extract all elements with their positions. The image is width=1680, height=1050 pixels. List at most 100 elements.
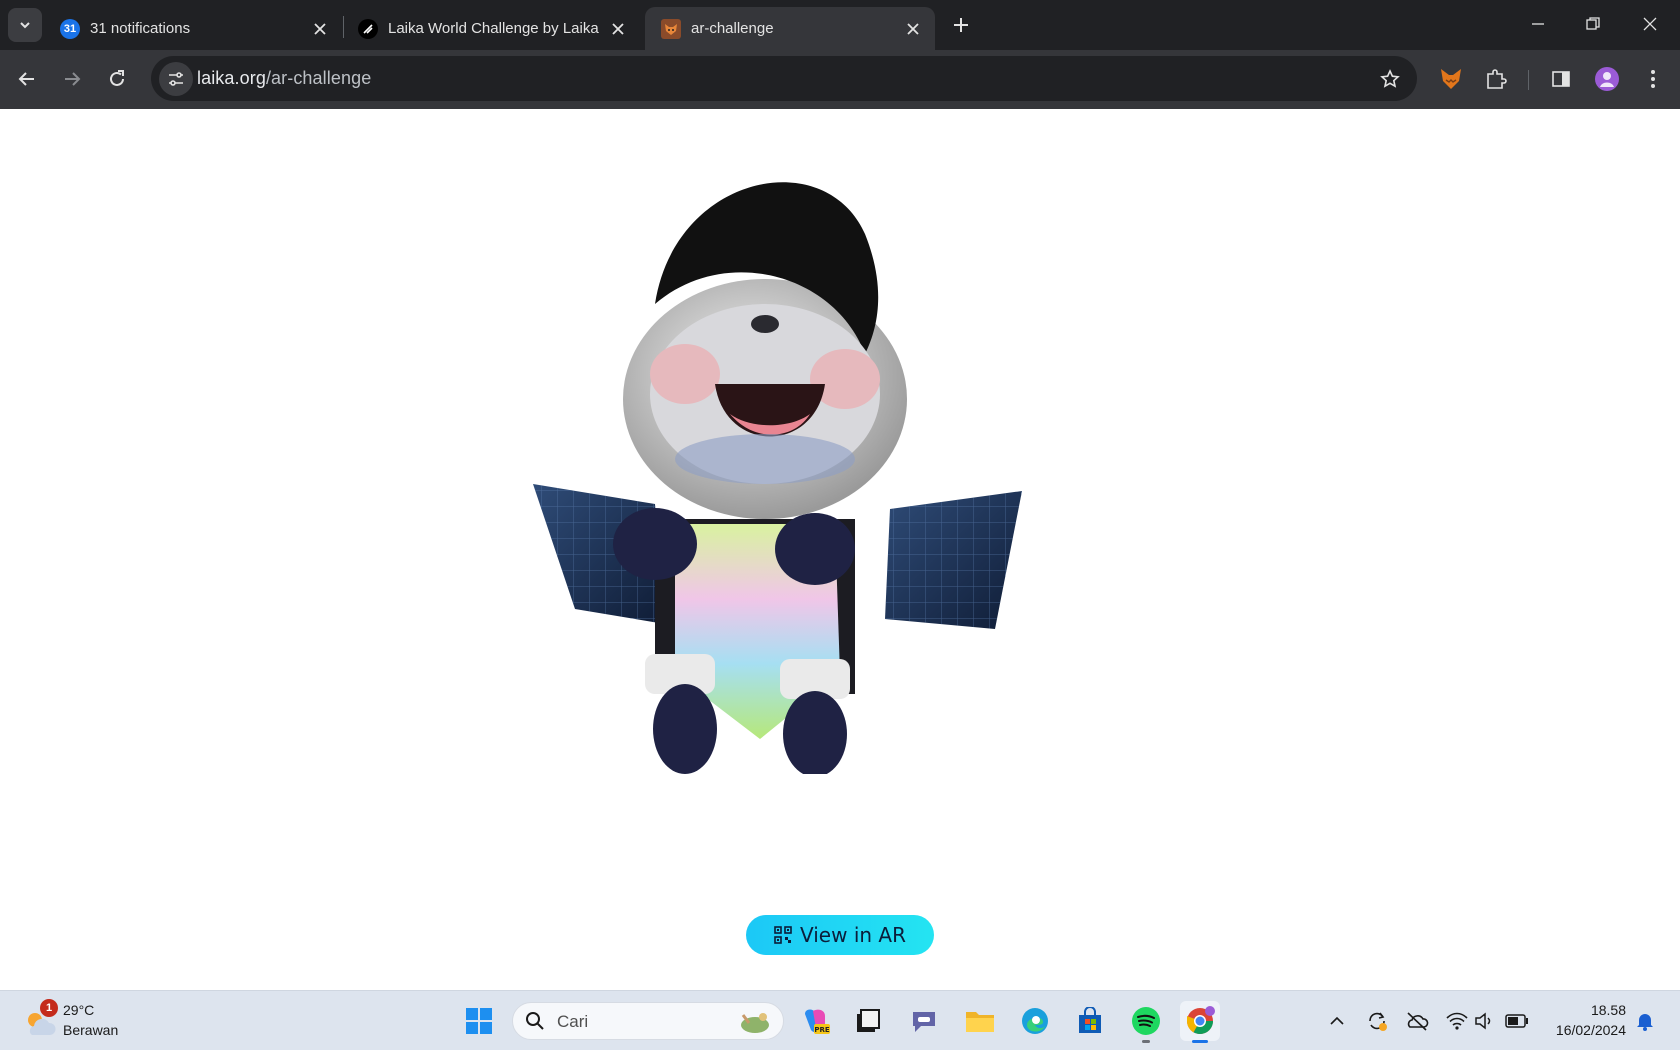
fox-favicon-icon <box>661 18 681 39</box>
new-tab-button[interactable] <box>948 12 974 38</box>
close-icon <box>1643 17 1657 31</box>
search-placeholder: Cari <box>557 1012 589 1031</box>
taskbar-task-view[interactable] <box>848 1001 888 1041</box>
close-tab-icon[interactable] <box>310 19 330 39</box>
tab-ar-challenge[interactable]: ar-challenge <box>645 7 935 50</box>
profile-button[interactable] <box>1590 62 1624 96</box>
astronaut-dog-illustration <box>533 182 1022 777</box>
edge-icon <box>1022 1008 1048 1034</box>
fox-icon <box>1441 69 1461 89</box>
start-button[interactable] <box>459 1001 499 1041</box>
chevron-down-icon <box>20 22 30 29</box>
page-content: View in AR <box>0 109 1680 990</box>
tray-onedrive[interactable] <box>1402 1005 1432 1037</box>
laika-favicon-icon <box>358 18 378 39</box>
taskbar-spotify[interactable] <box>1126 1001 1166 1043</box>
taskbar-teams[interactable] <box>904 1001 944 1041</box>
avatar-icon <box>1595 67 1619 91</box>
weather-temperature: 29°C <box>63 1002 95 1018</box>
qr-code-icon <box>774 926 792 944</box>
calendar-favicon-icon: 31 <box>60 18 80 39</box>
speaker-icon <box>1475 1012 1491 1030</box>
url-text: laika.org/ar-challenge <box>197 68 371 89</box>
weather-condition: Berawan <box>63 1022 119 1038</box>
search-icon <box>526 1012 544 1030</box>
restore-icon <box>1586 17 1600 30</box>
taskbar-search[interactable]: Cari <box>512 1002 784 1040</box>
chevron-up-icon <box>1330 1016 1344 1025</box>
tray-volume[interactable] <box>1470 1005 1500 1037</box>
tab-title: Laika World Challenge by Laika <box>388 20 599 37</box>
laika-3d-model[interactable] <box>525 154 1045 777</box>
close-window-button[interactable] <box>1622 0 1678 48</box>
taskbar-copilot-pre[interactable]: PRE <box>795 1001 835 1041</box>
restore-button[interactable] <box>1565 0 1621 48</box>
weather-widget[interactable]: 1 29°C Berawan <box>20 999 170 1043</box>
search-highlight-icon <box>741 1013 769 1033</box>
wifi-icon <box>1446 1012 1468 1030</box>
browser-toolbar: laika.org/ar-challenge <box>0 50 1680 109</box>
sync-icon <box>1369 1012 1387 1031</box>
bell-icon <box>1637 1014 1653 1031</box>
tab-laika-world-challenge[interactable]: Laika World Challenge by Laika <box>342 7 640 50</box>
clock-time: 18.58 <box>1590 1002 1626 1018</box>
store-icon <box>1079 1007 1101 1033</box>
tray-battery[interactable] <box>1502 1005 1532 1037</box>
windows-taskbar: 1 29°C Berawan Cari PRE 18.58 16/02/2024 <box>0 990 1680 1050</box>
extensions-button[interactable] <box>1479 62 1513 96</box>
star-icon <box>1380 69 1400 88</box>
back-button[interactable] <box>10 62 44 96</box>
tab-notifications[interactable]: 31 31 notifications <box>44 7 342 50</box>
svg-text:PRE: PRE <box>814 1026 830 1034</box>
windows-logo-icon <box>466 1008 492 1034</box>
running-indicator <box>1142 1040 1150 1043</box>
url-path: /ar-challenge <box>265 68 372 88</box>
more-vertical-icon <box>1651 70 1655 88</box>
tab-title: ar-challenge <box>691 20 774 37</box>
taskbar-chrome[interactable] <box>1180 1001 1220 1043</box>
battery-icon <box>1505 1014 1528 1028</box>
chrome-icon <box>1186 1006 1215 1035</box>
clock-date: 16/02/2024 <box>1555 1022 1626 1038</box>
close-tab-icon[interactable] <box>608 19 628 39</box>
browser-menu-button[interactable] <box>1636 62 1670 96</box>
address-bar[interactable]: laika.org/ar-challenge <box>151 56 1417 101</box>
spotify-icon <box>1132 1007 1160 1035</box>
side-panel-button[interactable] <box>1544 62 1578 96</box>
minimize-icon <box>1532 23 1544 25</box>
folder-icon <box>966 1012 994 1032</box>
tray-wifi[interactable] <box>1442 1005 1472 1037</box>
tab-strip: 31 31 notifications Laika World Challeng… <box>0 0 1680 50</box>
reload-icon <box>110 70 124 86</box>
close-tab-icon[interactable] <box>903 19 923 39</box>
chat-icon <box>913 1012 935 1032</box>
reload-button[interactable] <box>100 62 134 96</box>
task-view-icon <box>857 1009 880 1032</box>
taskbar-file-explorer[interactable] <box>960 1001 1000 1041</box>
cloud-off-icon <box>1407 1012 1429 1031</box>
notifications-button[interactable] <box>1630 1005 1660 1037</box>
url-host: laika.org <box>197 68 266 88</box>
show-hidden-icons-button[interactable] <box>1322 1005 1352 1037</box>
active-indicator <box>1192 1040 1208 1043</box>
taskbar-edge[interactable] <box>1015 1001 1055 1041</box>
forward-button[interactable] <box>55 62 89 96</box>
taskbar-clock[interactable]: 18.58 16/02/2024 <box>1556 1000 1626 1040</box>
side-panel-icon <box>1552 71 1570 87</box>
tab-search-button[interactable] <box>8 8 42 42</box>
taskbar-microsoft-store[interactable] <box>1070 1001 1110 1041</box>
weather-alert-badge: 1 <box>40 999 58 1017</box>
arrow-left-icon <box>18 72 34 86</box>
arrow-right-icon <box>65 72 81 86</box>
view-in-ar-label: View in AR <box>800 923 906 947</box>
toolbar-divider <box>1528 70 1529 90</box>
tune-icon <box>169 72 183 86</box>
site-info-button[interactable] <box>159 62 193 96</box>
view-in-ar-button[interactable]: View in AR <box>746 915 934 955</box>
plus-icon <box>954 18 968 32</box>
metamask-extension-button[interactable] <box>1434 62 1468 96</box>
tray-sync[interactable] <box>1362 1005 1392 1037</box>
minimize-button[interactable] <box>1510 0 1566 48</box>
bookmark-button[interactable] <box>1377 66 1403 92</box>
puzzle-icon <box>1487 69 1507 89</box>
